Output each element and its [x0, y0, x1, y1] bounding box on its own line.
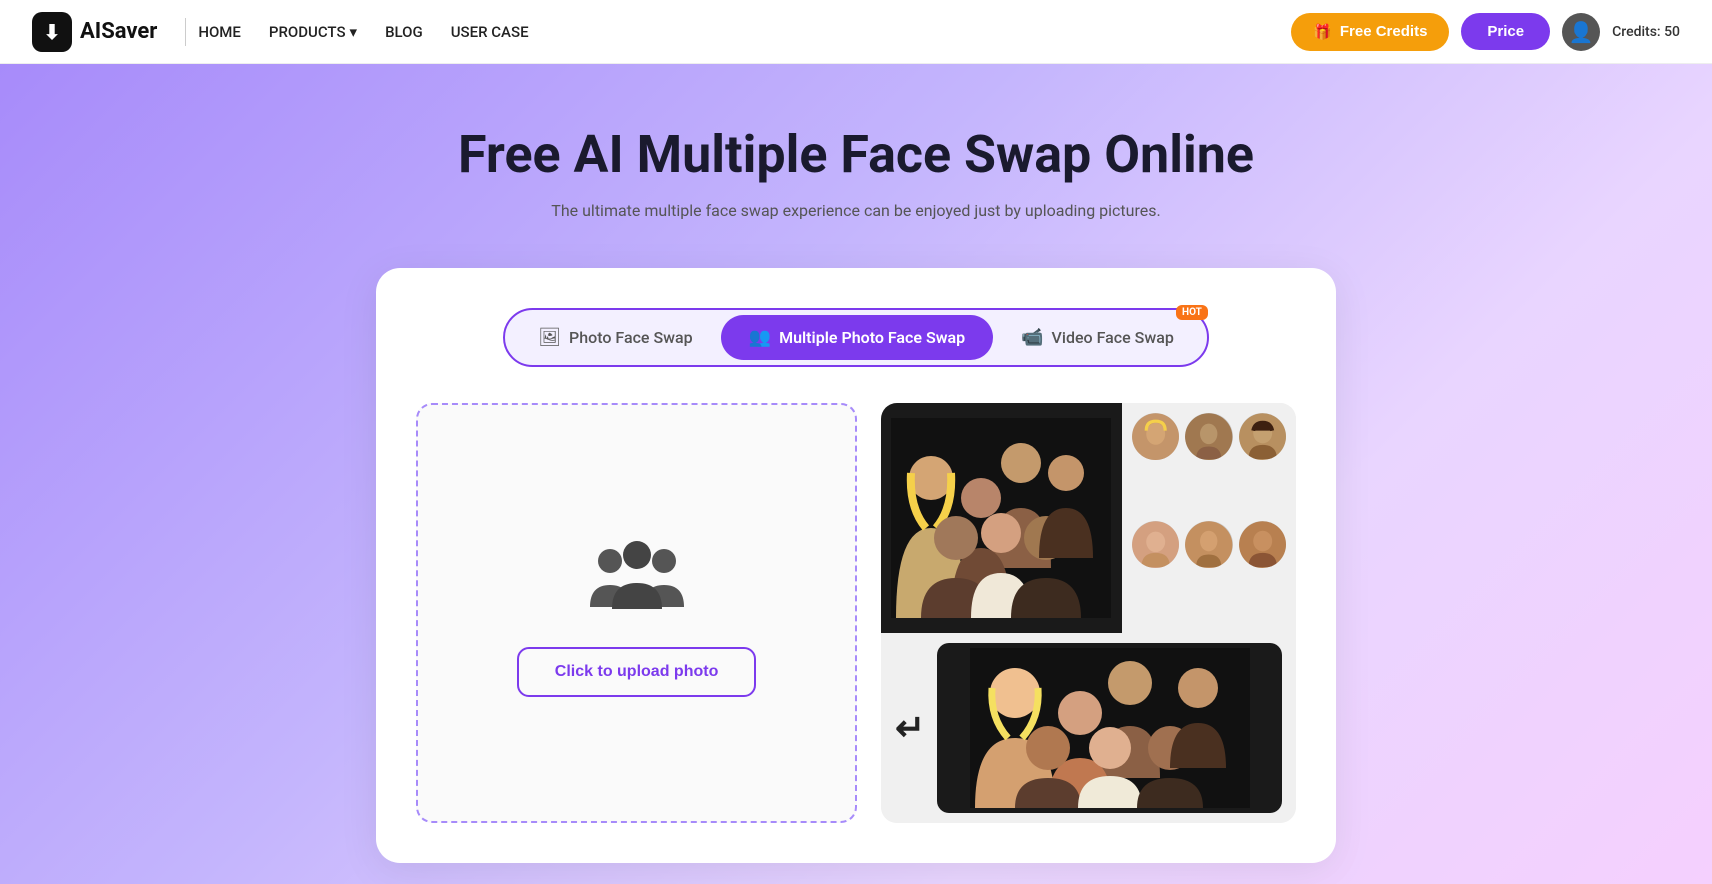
logo-text: AISaver — [80, 19, 157, 44]
preview-result-image — [937, 643, 1282, 813]
tabs-bar: 🖼 Photo Face Swap 👥 Multiple Photo Face … — [503, 308, 1209, 367]
arrow-icon: ↵ — [895, 707, 925, 749]
multiple-icon: 👥 — [749, 327, 771, 348]
upload-group-icon — [582, 529, 692, 623]
nav-links: HOME PRODUCTS ▾ BLOG USER CASE — [198, 23, 1291, 41]
nav-divider — [185, 18, 186, 46]
face-circle-5 — [1185, 521, 1232, 568]
hot-badge: HOT — [1176, 305, 1208, 320]
face-circle-6 — [1239, 521, 1286, 568]
face-circle-2 — [1185, 413, 1232, 460]
chevron-down-icon: ▾ — [350, 23, 358, 41]
price-button[interactable]: Price — [1461, 13, 1550, 50]
tab-photo-face-swap[interactable]: 🖼 Photo Face Swap — [510, 315, 721, 360]
free-credits-button[interactable]: 🎁 Free Credits — [1291, 13, 1449, 51]
face-circle-1 — [1132, 413, 1179, 460]
face-circle-4 — [1132, 521, 1179, 568]
group-source-image — [881, 403, 1122, 633]
video-icon: 📹 — [1021, 327, 1043, 348]
photo-icon: 🖼 — [538, 327, 561, 348]
preview-panel: ↵ — [881, 403, 1296, 823]
avatar[interactable]: 👤 — [1562, 13, 1600, 51]
content-area: Click to upload photo — [416, 403, 1296, 823]
nav-blog[interactable]: BLOG — [385, 23, 423, 41]
navbar: ⬇ AISaver HOME PRODUCTS ▾ BLOG USER CASE… — [0, 0, 1712, 64]
face-circles-grid — [1122, 403, 1296, 633]
hero-title: Free AI Multiple Face Swap Online — [32, 124, 1680, 185]
face-circle-3 — [1239, 413, 1286, 460]
logo-icon: ⬇ — [32, 12, 72, 52]
tab-video-face-swap[interactable]: 📹 Video Face Swap HOT — [993, 315, 1202, 360]
upload-button[interactable]: Click to upload photo — [517, 647, 757, 697]
preview-bottom: ↵ — [881, 633, 1296, 823]
navbar-right: 🎁 Free Credits Price 👤 Credits: 50 — [1291, 13, 1680, 51]
hero-subtitle: The ultimate multiple face swap experien… — [32, 201, 1680, 220]
nav-user-case[interactable]: USER CASE — [451, 23, 529, 41]
nav-home[interactable]: HOME — [198, 23, 241, 41]
hero-section: Free AI Multiple Face Swap Online The ul… — [0, 64, 1712, 884]
user-icon: 👤 — [1569, 20, 1594, 44]
main-card: 🖼 Photo Face Swap 👥 Multiple Photo Face … — [376, 268, 1336, 863]
logo[interactable]: ⬇ AISaver — [32, 12, 157, 52]
nav-products[interactable]: PRODUCTS ▾ — [269, 23, 357, 41]
credits-count: Credits: 50 — [1612, 24, 1680, 40]
preview-top — [881, 403, 1296, 633]
tab-multiple-photo-face-swap[interactable]: 👥 Multiple Photo Face Swap — [721, 315, 993, 360]
upload-panel[interactable]: Click to upload photo — [416, 403, 857, 823]
gift-icon: 🎁 — [1313, 23, 1332, 41]
